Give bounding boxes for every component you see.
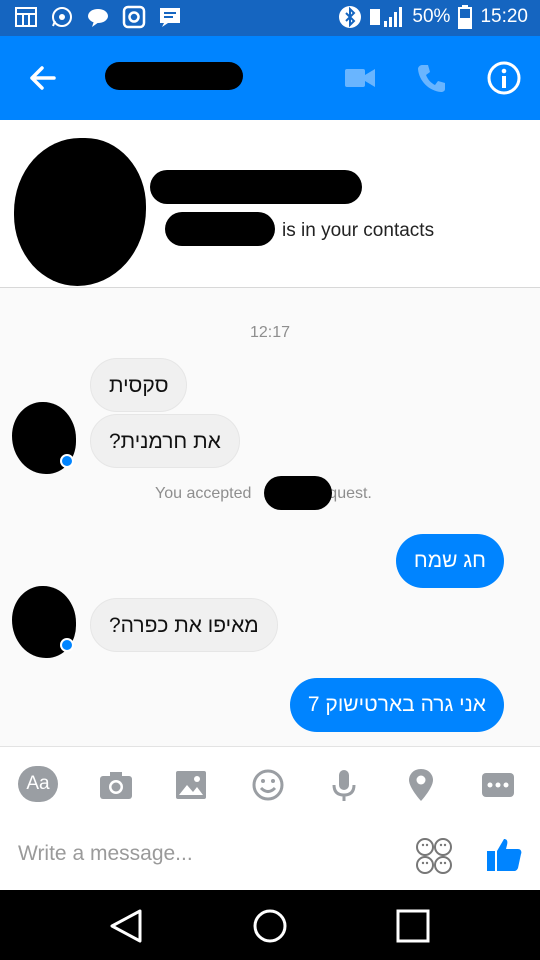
- smiley-icon[interactable]: [248, 765, 288, 805]
- contact-header: is in your contacts: [0, 120, 540, 288]
- camera-icon[interactable]: [96, 765, 136, 805]
- video-call-icon[interactable]: [344, 64, 376, 92]
- phone-call-icon[interactable]: [416, 62, 448, 94]
- avatar-redacted[interactable]: [14, 138, 146, 286]
- battery-icon: [458, 5, 473, 29]
- text-format-button[interactable]: Aa: [18, 766, 58, 802]
- incoming-message-bubble[interactable]: את חרמנית?: [90, 414, 240, 468]
- location-icon[interactable]: [401, 765, 441, 805]
- system-message-redacted: [264, 476, 332, 510]
- messenger-badge-icon: [60, 638, 74, 652]
- image-icon[interactable]: [171, 765, 211, 805]
- recents-square-icon[interactable]: [393, 906, 433, 946]
- sender-avatar-redacted[interactable]: [12, 402, 76, 474]
- back-triangle-icon[interactable]: [106, 906, 146, 946]
- contact-name-redacted[interactable]: [105, 62, 243, 90]
- info-icon[interactable]: [486, 60, 522, 96]
- incoming-message-bubble[interactable]: מאיפו את כפרה?: [90, 598, 278, 652]
- sender-avatar-redacted[interactable]: [12, 586, 76, 658]
- status-bar: 50% 15:20: [0, 0, 540, 36]
- calendar-icon: [15, 7, 37, 27]
- microphone-icon[interactable]: [324, 765, 364, 805]
- more-icon[interactable]: [478, 765, 518, 805]
- message-timestamp: 12:17: [249, 324, 291, 341]
- app-bar: [0, 36, 540, 120]
- composer-toolbar: Aa: [0, 746, 540, 820]
- clock: 15:20: [480, 6, 528, 27]
- contact-full-name-redacted: [150, 170, 362, 204]
- incoming-message-bubble[interactable]: סקסית: [90, 358, 188, 412]
- android-nav-bar: [0, 890, 540, 960]
- message-icon: [160, 8, 180, 27]
- battery-percent: 50%: [412, 6, 451, 27]
- message-composer: Write a message...: [0, 820, 540, 890]
- chat-icon: [88, 9, 108, 27]
- sticker-emoji-icon[interactable]: [414, 836, 454, 876]
- whatsapp-icon: [52, 7, 72, 27]
- thumbs-up-icon[interactable]: [484, 834, 524, 874]
- back-arrow-icon[interactable]: [24, 60, 60, 96]
- system-message-start: You accepted: [155, 485, 252, 502]
- signal-icon: [370, 7, 403, 27]
- message-input[interactable]: Write a message...: [18, 842, 193, 866]
- bluetooth-icon: [339, 6, 362, 28]
- home-circle-icon[interactable]: [250, 906, 290, 946]
- contacts-status-text: is in your contacts: [282, 220, 435, 241]
- instagram-icon: [122, 5, 146, 29]
- contact-subtitle-redacted: [165, 212, 275, 246]
- messenger-badge-icon: [60, 454, 74, 468]
- outgoing-message-bubble[interactable]: אני גרה בארטישוק 7: [289, 678, 504, 732]
- outgoing-message-bubble[interactable]: חג שמח: [395, 534, 504, 588]
